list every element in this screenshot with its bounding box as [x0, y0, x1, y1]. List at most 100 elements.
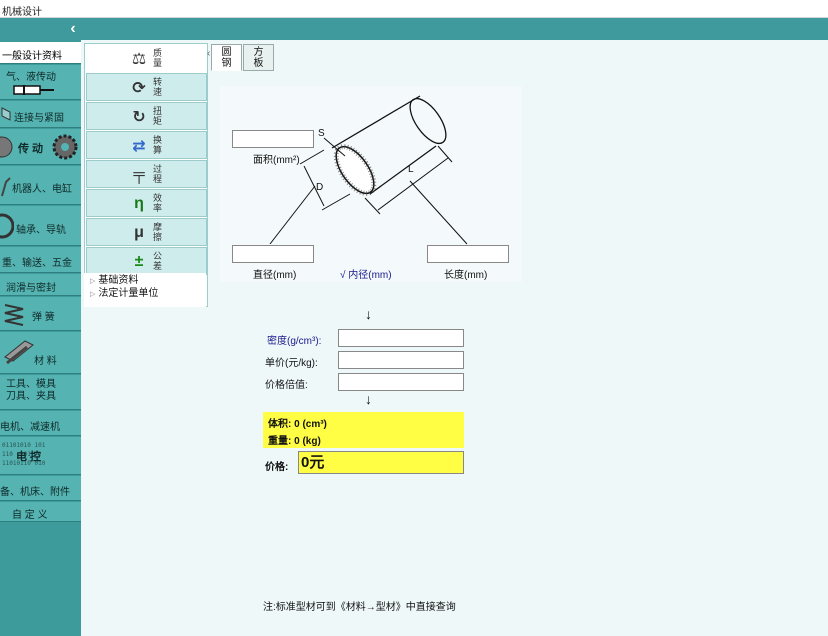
sidebar-item-label: 材 料 — [34, 356, 57, 367]
bearing-icon — [0, 213, 14, 239]
diameter-label: 直径(mm) — [253, 270, 297, 281]
sub-nav-speed[interactable]: ⟳ 转 速 — [86, 73, 207, 101]
density-label: 密度(g/cm³): — [267, 336, 322, 347]
sidebar-item-label: 备、机床、附件 — [0, 487, 70, 498]
tree-item-basic-data[interactable]: ▷ 基础资料 — [90, 275, 206, 288]
price-multiplier-label: 价格倍值: — [265, 380, 308, 391]
density-input[interactable] — [338, 329, 464, 347]
sub-nav-panel: ⚖ 质 量 ⟳ 转 速 ↻ 扭 矩 ⇄ 换 算 ╤ 过 程 η 效 率 μ 摩 … — [84, 43, 208, 307]
unit-price-input[interactable] — [338, 351, 464, 369]
sidebar-item-label: 弹 簧 — [32, 312, 55, 323]
sidebar-item-robot[interactable]: 机器人、电缸 — [0, 166, 81, 205]
length-input[interactable] — [427, 245, 509, 263]
chevron-left-icon[interactable]: ‹ — [207, 48, 210, 59]
tree-item-label: 法定计量单位 — [98, 288, 159, 299]
sub-nav-label: 换 算 — [153, 135, 163, 155]
label-s: S — [318, 128, 325, 139]
spring-icon — [4, 304, 24, 326]
price-multiplier-input[interactable] — [338, 373, 464, 391]
label-l: L — [408, 164, 414, 175]
top-toolbar: ‹ — [0, 18, 828, 40]
sidebar-item-pneumatic-hydraulic[interactable]: 气、液传动 — [0, 65, 81, 100]
sidebar-item-motor[interactable]: 电机、减速机 — [0, 411, 81, 436]
sidebar-item-material[interactable]: 材 料 — [0, 332, 81, 374]
gear-icon — [52, 134, 78, 160]
sidebar-item-label: 轴承、导轨 — [16, 225, 66, 236]
expand-icon: ▷ — [90, 291, 96, 298]
weight-result: 重量: 0 (kg) — [268, 436, 321, 447]
sub-nav-label: 过 程 — [153, 164, 163, 184]
sub-nav-efficiency[interactable]: η 效 率 — [86, 189, 207, 217]
tree-item-label: 基础资料 — [98, 275, 139, 286]
sidebar-item-label: 机器人、电缸 — [12, 184, 72, 195]
price-label: 价格: — [265, 462, 289, 473]
tolerance-icon: ± — [134, 252, 144, 270]
window-title: 机械设计 — [2, 7, 42, 18]
sub-nav-friction[interactable]: μ 摩 擦 — [86, 218, 207, 246]
arrow-down-icon: ↓ — [365, 306, 372, 322]
collapse-sidebar-button[interactable]: ‹ — [64, 19, 82, 39]
cylinder-icon — [13, 85, 54, 95]
sidebar-item-lubrication[interactable]: 润滑与密封 — [0, 274, 81, 296]
mu-icon: μ — [134, 223, 144, 241]
sub-nav-label: 扭 矩 — [153, 106, 163, 126]
sidebar: 一般设计资料 气、液传动 连接与紧固 传 动 机器人、电缸 轴承、导轨 重、输送… — [0, 40, 81, 636]
sub-nav-process[interactable]: ╤ 过 程 — [86, 160, 207, 188]
tab-round-steel[interactable]: 圆 钢 — [211, 44, 242, 71]
sidebar-item-label: 传 动 — [18, 143, 44, 155]
tree-item-legal-units[interactable]: ▷ 法定计量单位 — [90, 288, 206, 301]
sidebar-item-label: 电机、减速机 — [0, 422, 60, 433]
torque-icon: ↻ — [132, 108, 146, 126]
expand-icon: ▷ — [90, 278, 96, 285]
sub-nav-label: 效 率 — [153, 193, 163, 213]
area-label: 面积(mm²) — [253, 155, 300, 166]
sidebar-item-label: 工具、模具 刀具、夹具 — [6, 379, 56, 402]
volume-result: 体积: 0 (cm³) — [268, 419, 327, 430]
sidebar-item-general-design[interactable]: 一般设计资料 — [0, 42, 81, 64]
inner-diameter-toggle[interactable]: √ 内径(mm) — [340, 266, 392, 281]
sidebar-item-electric-control[interactable]: 01101010 101 110 101 11010110 010 电 控 — [0, 437, 81, 475]
diameter-input[interactable] — [232, 245, 314, 263]
sidebar-item-label: 一般设计资料 — [2, 51, 62, 62]
sidebar-item-label: 自 定 义 — [12, 510, 48, 521]
arrow-down-icon: ↓ — [365, 391, 372, 407]
i-beam-icon — [4, 340, 34, 365]
title-bar: 机械设计 — [0, 0, 828, 18]
conversion-icon: ⇄ — [132, 137, 146, 155]
sub-nav-torque[interactable]: ↻ 扭 矩 — [86, 102, 207, 130]
price-result: 0元 — [298, 451, 464, 474]
bolt-icon — [1, 107, 11, 121]
sub-nav-mass[interactable]: ⚖ 质 量 — [86, 44, 207, 72]
sidebar-item-lifting[interactable]: 重、输送、五金 — [0, 247, 81, 273]
reference-tree: ▷ 基础资料 ▷ 法定计量单位 — [84, 273, 206, 307]
sub-nav-label: 转 速 — [153, 77, 163, 97]
sidebar-item-label: 气、液传动 — [6, 72, 56, 83]
sidebar-item-bearing[interactable]: 轴承、导轨 — [0, 206, 81, 246]
balance-icon: ⚖ — [131, 50, 147, 68]
sub-nav-conversion[interactable]: ⇄ 换 算 — [86, 131, 207, 159]
sub-nav-label: 质 量 — [153, 48, 163, 68]
gear-icon — [0, 136, 13, 158]
eta-icon: η — [134, 194, 144, 212]
footer-note: 注:标准型材可到《材料→型材》中直接查询 — [263, 602, 456, 613]
robot-arm-icon — [1, 177, 11, 197]
sidebar-item-label: 电 控 — [16, 451, 42, 463]
sidebar-item-custom[interactable]: 自 定 义 — [0, 502, 81, 522]
sidebar-item-label: 润滑与密封 — [6, 283, 56, 294]
sub-nav-label: 摩 擦 — [153, 222, 163, 242]
sidebar-item-tools[interactable]: 工具、模具 刀具、夹具 — [0, 375, 81, 410]
tab-square-plate[interactable]: 方 板 — [243, 44, 274, 71]
sidebar-item-label: 重、输送、五金 — [2, 258, 72, 269]
sidebar-item-equipment[interactable]: 备、机床、附件 — [0, 476, 81, 501]
sub-nav-tolerance[interactable]: ± 公 差 — [86, 247, 207, 275]
sidebar-item-transmission[interactable]: 传 动 — [0, 129, 81, 165]
sub-nav-label: 公 差 — [153, 251, 163, 271]
label-d: D — [316, 182, 324, 193]
process-icon: ╤ — [133, 165, 145, 183]
sidebar-item-fastening[interactable]: 连接与紧固 — [0, 101, 81, 128]
unit-price-label: 单价(元/kg): — [265, 358, 318, 369]
area-input[interactable] — [232, 130, 314, 148]
rotation-icon: ⟳ — [132, 79, 146, 97]
sidebar-item-spring[interactable]: 弹 簧 — [0, 297, 81, 331]
length-label: 长度(mm) — [444, 270, 488, 281]
